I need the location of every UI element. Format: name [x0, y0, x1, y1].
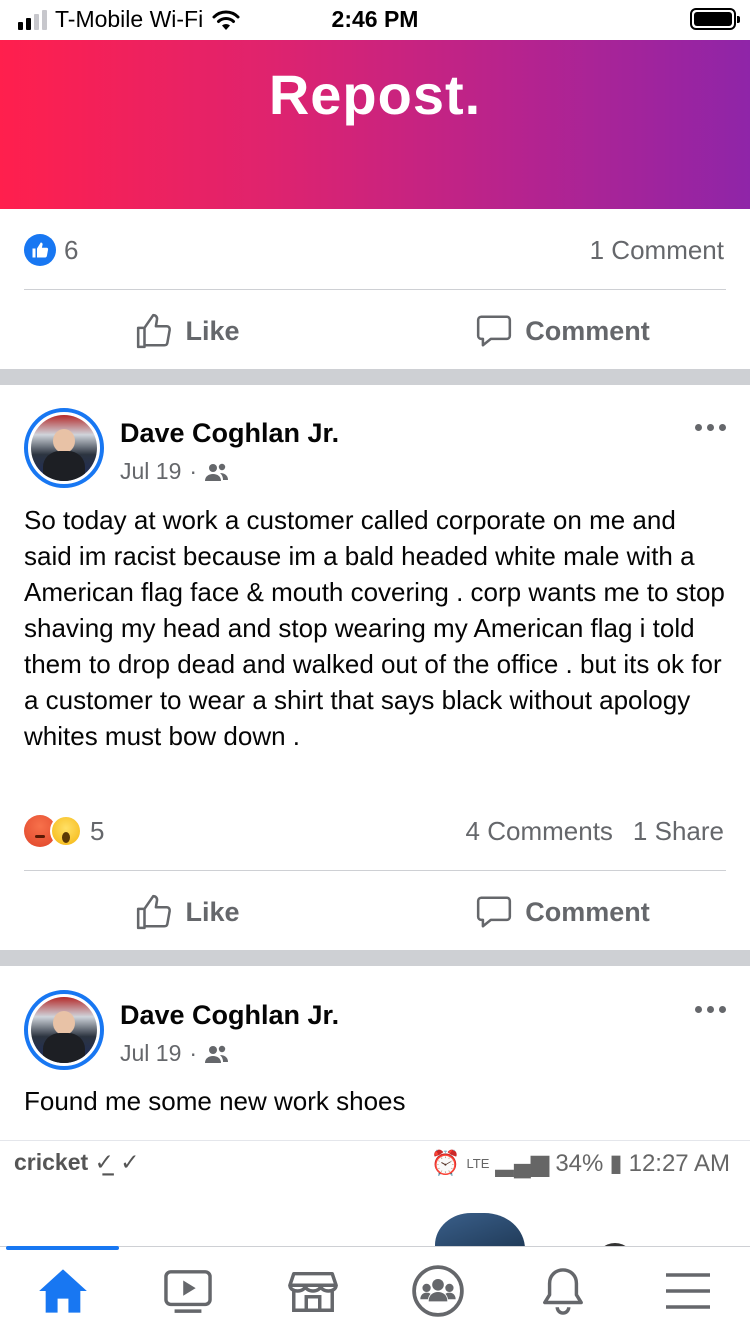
tab-groups[interactable]	[375, 1247, 500, 1334]
like-reaction-icon	[24, 234, 56, 266]
post-separator	[0, 950, 750, 966]
post-image-banner[interactable]: Repost.	[0, 40, 750, 209]
embed-battery-icon: ▮	[609, 1150, 623, 1177]
author-name[interactable]: Dave Coghlan Jr.	[120, 1000, 339, 1031]
alarm-icon: ⏰	[430, 1150, 461, 1177]
tab-marketplace[interactable]	[250, 1247, 375, 1334]
bottom-tab-bar	[0, 1246, 750, 1334]
clock: 2:46 PM	[331, 6, 419, 32]
avatar[interactable]	[24, 408, 104, 488]
post-header: Dave Coghlan Jr. Jul 19 ·	[24, 408, 726, 488]
post-text: So today at work a customer called corpo…	[24, 505, 725, 751]
reaction-count[interactable]: 5	[90, 816, 104, 847]
friends-icon	[205, 1045, 229, 1063]
more-options-icon[interactable]	[695, 424, 726, 431]
status-bar: T-Mobile Wi-Fi 2:46 PM	[0, 0, 750, 40]
post-date[interactable]: Jul 19	[120, 458, 181, 485]
menu-icon	[665, 1272, 710, 1309]
tab-notifications[interactable]	[500, 1247, 625, 1334]
embed-status-right: ⏰ LTE ▂▄▆ 34% ▮ 12:27 AM	[431, 1149, 730, 1178]
embed-status-left: cricket ✓̲ ✓	[14, 1149, 140, 1176]
friends-icon	[205, 463, 229, 481]
share-count[interactable]: 1 Share	[633, 816, 724, 847]
embed-signal-icon: ▂▄▆	[495, 1150, 550, 1177]
embed-network: LTE	[466, 1156, 490, 1171]
divider	[24, 289, 726, 290]
comment-label: Comment	[525, 896, 650, 927]
post-actions: Like Comment	[0, 872, 750, 952]
like-label: Like	[185, 896, 240, 927]
post-actions: Like Comment	[0, 291, 750, 371]
comment-count[interactable]: 4 Comments	[466, 816, 613, 847]
tab-home[interactable]	[0, 1246, 125, 1334]
wow-reaction-icon	[50, 815, 82, 847]
like-label: Like	[185, 315, 240, 346]
bell-icon	[542, 1267, 583, 1315]
comment-icon	[477, 315, 512, 347]
groups-icon	[411, 1264, 464, 1317]
comment-label: Comment	[525, 315, 650, 346]
more-options-icon[interactable]	[695, 1006, 726, 1013]
reaction-summary[interactable]: 5 4 Comments 1 Share	[24, 811, 724, 851]
battery-icon	[690, 8, 740, 30]
comment-icon	[477, 896, 512, 928]
comment-count[interactable]: 1 Comment	[590, 235, 724, 266]
home-icon	[38, 1268, 87, 1313]
avatar[interactable]	[24, 990, 104, 1070]
comment-button[interactable]: Comment	[375, 291, 750, 371]
embed-time: 12:27 AM	[628, 1149, 730, 1177]
embed-carrier: cricket	[14, 1149, 89, 1175]
post-meta: Jul 19 ·	[120, 458, 229, 485]
comment-button[interactable]: Comment	[375, 872, 750, 952]
post-separator	[0, 369, 750, 385]
thumbs-up-icon	[137, 894, 172, 930]
post-text: Found me some new work shoes	[24, 1086, 406, 1116]
shoe-image	[435, 1213, 525, 1250]
divider	[24, 870, 726, 871]
embed-battery: 34%	[555, 1149, 604, 1177]
reaction-count[interactable]: 6	[64, 235, 78, 266]
reaction-summary[interactable]: 6 1 Comment	[24, 230, 724, 270]
post-meta: Jul 19 ·	[120, 1040, 229, 1067]
watch-icon	[163, 1269, 212, 1313]
tab-menu[interactable]	[625, 1247, 750, 1334]
marketplace-icon	[287, 1271, 338, 1312]
post-header: Dave Coghlan Jr. Jul 19 ·	[24, 990, 726, 1070]
post-date[interactable]: Jul 19	[120, 1040, 181, 1067]
post-photo[interactable]: cricket ✓̲ ✓ ⏰ LTE ▂▄▆ 34% ▮ 12:27 AM	[0, 1140, 750, 1250]
tab-watch[interactable]	[125, 1247, 250, 1334]
check-icon: ✓̲ ✓	[94, 1149, 140, 1175]
like-button[interactable]: Like	[0, 291, 375, 371]
thumbs-up-icon	[137, 313, 172, 349]
author-name[interactable]: Dave Coghlan Jr.	[120, 418, 339, 449]
like-button[interactable]: Like	[0, 872, 375, 952]
banner-text: Repost.	[268, 63, 482, 126]
